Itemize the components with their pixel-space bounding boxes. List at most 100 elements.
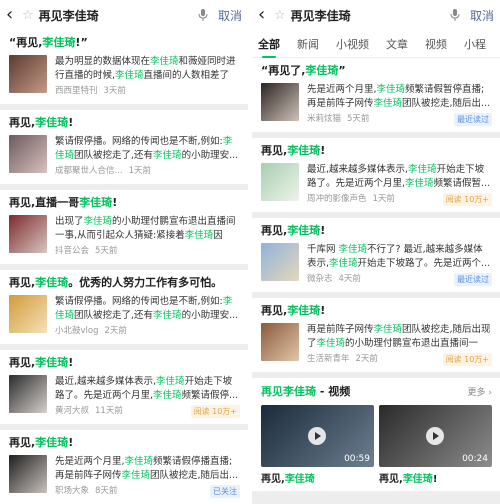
snippet-text: 先是近两个月里, xyxy=(55,456,125,467)
result-title[interactable]: 再见,李佳琦! xyxy=(9,115,240,131)
microphone-icon[interactable] xyxy=(448,8,462,22)
result-card[interactable]: 再见,李佳琦! 再是前阵子网传李佳琦团队被挖走,随后出现了李佳琦的小助理付鹏宣布退… xyxy=(252,298,500,372)
star-icon[interactable]: ☆ xyxy=(22,8,34,23)
cancel-button[interactable]: 取消 xyxy=(470,7,494,24)
highlight-text: 李佳琦 xyxy=(153,390,182,401)
title-text: 再见, xyxy=(261,144,288,157)
video-title[interactable]: 再见,李佳琦 xyxy=(261,470,374,485)
search-bar: ‹ ☆ 再见李佳琦 取消 xyxy=(0,0,248,30)
title-text: ! xyxy=(320,224,326,237)
back-icon[interactable]: ‹ xyxy=(258,6,272,24)
result-card[interactable]: 再见,李佳琦! 最近,越来越多媒体表示,李佳琦开始走下坡路了。先是近两个月里,李佳… xyxy=(0,350,248,424)
more-videos-link[interactable]: 更多 › xyxy=(468,385,492,398)
tab-4[interactable]: 视频 xyxy=(425,36,447,52)
back-icon[interactable]: ‹ xyxy=(6,6,20,24)
timestamp: 1天前 xyxy=(128,166,152,176)
title-text: ” xyxy=(338,64,346,77)
result-card[interactable]: 再见,李佳琦。优秀的人努力工作有多可怕。繁请假停播。网络的传闻也是不断,例如:李… xyxy=(0,270,248,344)
tab-1[interactable]: 新闻 xyxy=(297,36,319,52)
result-text: 出现了李佳琦的小助理付鹏宣布退出直播间一事,从而引起众人猜疑:紧接着李佳琦因在.… xyxy=(55,215,240,258)
tab-5[interactable]: 小程 xyxy=(464,36,486,52)
source-name: 米莉炫猫 xyxy=(307,114,342,124)
thumbnail-image xyxy=(261,323,299,361)
search-input[interactable]: 再见李佳琦 xyxy=(291,7,448,24)
result-title[interactable]: “再见,李佳琦!” xyxy=(9,35,240,51)
star-icon[interactable]: ☆ xyxy=(274,8,286,23)
title-text: 再见, xyxy=(379,474,403,485)
result-snippet: 繁请假停播。网络的传闻也是不断,例如:李佳琦团队被挖走了,还有李佳琦的小助理安.… xyxy=(55,295,240,323)
title-text: ! xyxy=(68,356,74,369)
highlight-text: 李佳琦 xyxy=(153,150,182,161)
highlight-text: 李佳琦 xyxy=(316,338,346,349)
result-title[interactable]: 再见,李佳琦! xyxy=(261,223,492,239)
result-title[interactable]: 再见,李佳琦! xyxy=(9,355,240,371)
status-badge: 最近读过 xyxy=(454,113,492,126)
tab-3[interactable]: 文章 xyxy=(386,36,408,52)
result-snippet: 最为明显的数据体现在李佳琦和薇娅同时进行直播的时候,李佳琦直播间的人数相差了一.… xyxy=(55,55,240,83)
highlight-text: 李佳琦 xyxy=(284,474,315,485)
cancel-button[interactable]: 取消 xyxy=(218,7,242,24)
result-text: 繁请假停播。网络的传闻也是不断,例如:李佳琦团队被挖走了,还有李佳琦的小助理安.… xyxy=(55,295,240,338)
snippet-text: 团队被挖走了,还有 xyxy=(74,310,154,321)
play-icon[interactable] xyxy=(426,427,444,445)
timestamp: 4天前 xyxy=(338,274,361,284)
result-body: 最为明显的数据体现在李佳琦和薇娅同时进行直播的时候,李佳琦直播间的人数相差了一.… xyxy=(9,55,240,98)
video-item[interactable]: 00:59 再见,李佳琦 xyxy=(261,405,374,485)
highlight-text: 李佳琦 xyxy=(373,324,403,335)
search-input[interactable]: 再见李佳琦 xyxy=(39,7,196,24)
tab-0[interactable]: 全部 xyxy=(258,36,280,58)
title-text: 再见, xyxy=(9,116,36,129)
highlight-text: 李佳琦 xyxy=(329,258,358,269)
thumbnail-image xyxy=(261,243,299,281)
title-text: “再见, xyxy=(9,36,43,49)
result-body: 繁请假停播。网络的传闻也是不断,例如:李佳琦团队被挖走了,还有李佳琦的小助理安.… xyxy=(9,135,240,178)
result-card[interactable]: 再见,李佳琦! 繁请假停播。网络的传闻也是不断,例如:李佳琦团队被挖走了,还有李佳… xyxy=(0,110,248,184)
timestamp: 2天前 xyxy=(355,354,378,364)
highlight-text: 李佳琦 xyxy=(35,276,69,289)
tab-2[interactable]: 小视频 xyxy=(336,36,369,52)
result-title[interactable]: 再见,李佳琦! xyxy=(261,303,492,319)
snippet-text: 开始走下坡路了。先是近两个... xyxy=(357,258,491,269)
title-text: 再见, xyxy=(261,224,288,237)
result-meta: 小北鼓vlog 2天前 xyxy=(55,325,240,338)
result-title[interactable]: 再见,李佳琦! xyxy=(261,143,492,159)
title-text: ! xyxy=(320,304,326,317)
result-body: 先是近两个月里,李佳琦频繁请假停播直播;再是前阵子网传李佳琦团队被挖走,随后出.… xyxy=(9,455,240,498)
result-card[interactable]: “再见了,李佳琦” 先是近两个月里,李佳琦频繁请假暂停直播;再是前阵子网传李佳琦团… xyxy=(252,58,500,132)
result-snippet: 千库网 李佳琦不行了? 最近,越来越多媒体表示,李佳琦开始走下坡路了。先是近两个… xyxy=(307,243,492,271)
thumbnail-image xyxy=(9,455,47,493)
result-title[interactable]: “再见了,李佳琦” xyxy=(261,63,492,79)
snippet-text: 千库网 xyxy=(307,244,339,255)
video-title[interactable]: 再见,李佳琦! xyxy=(379,470,492,485)
video-item[interactable]: 00:24 再见,李佳琦! xyxy=(379,405,492,485)
source-name: 生活新青年 xyxy=(307,354,350,364)
highlight-text: 李佳琦 xyxy=(402,474,433,485)
status-badge: 阅读 10万+ xyxy=(442,353,492,366)
microphone-icon[interactable] xyxy=(196,8,210,22)
title-text: 再见,直播一哥 xyxy=(9,196,80,209)
result-snippet: 最近,越来越多媒体表示,李佳琦开始走下坡路了。先是近两个月里,李佳琦频繁请假暂.… xyxy=(307,163,492,191)
result-body: 繁请假停播。网络的传闻也是不断,例如:李佳琦团队被挖走了,还有李佳琦的小助理安.… xyxy=(9,295,240,338)
title-text: ! xyxy=(112,196,118,209)
thumbnail-image xyxy=(9,55,47,93)
video-thumbnail[interactable]: 00:59 xyxy=(261,405,374,467)
result-title[interactable]: 再见,李佳琦! xyxy=(9,435,240,451)
source-name: 西西里特刊 xyxy=(55,86,98,96)
result-title[interactable]: 再见,李佳琦。优秀的人努力工作有多可怕。 xyxy=(9,275,240,291)
title-text: “再见了, xyxy=(261,64,306,77)
result-title[interactable]: 再见,直播一哥李佳琦! xyxy=(9,195,240,211)
result-card[interactable]: 再见,李佳琦! 最近,越来越多媒体表示,李佳琦开始走下坡路了。先是近两个月里,李佳… xyxy=(252,138,500,212)
snippet-text: 团队被挖走,随后出... xyxy=(150,470,239,481)
result-card[interactable]: “再见,李佳琦!” 最为明显的数据体现在李佳琦和薇娅同时进行直播的时候,李佳琦直播… xyxy=(0,30,248,104)
timestamp: 5天前 xyxy=(95,246,118,256)
result-meta: 抖音公会 5天前 xyxy=(55,245,240,258)
highlight-text: 李佳琦 xyxy=(287,224,321,237)
result-card[interactable]: 再见,直播一哥李佳琦! 出现了李佳琦的小助理付鹏宣布退出直播间一事,从而引起众人猜… xyxy=(0,190,248,264)
highlight-text: 李佳琦 xyxy=(121,470,151,481)
result-card[interactable]: 再见,李佳琦! 千库网 李佳琦不行了? 最近,越来越多媒体表示,李佳琦开始走下坡路… xyxy=(252,218,500,292)
video-thumbnail[interactable]: 00:24 xyxy=(379,405,492,467)
play-icon[interactable] xyxy=(308,427,326,445)
result-card[interactable]: 再见,李佳琦! 先是近两个月里,李佳琦频繁请假停播直播;再是前阵子网传李佳琦团队被… xyxy=(0,430,248,504)
highlight-text: 李佳琦 xyxy=(184,230,214,241)
highlight-text: 李佳琦 xyxy=(405,178,434,189)
